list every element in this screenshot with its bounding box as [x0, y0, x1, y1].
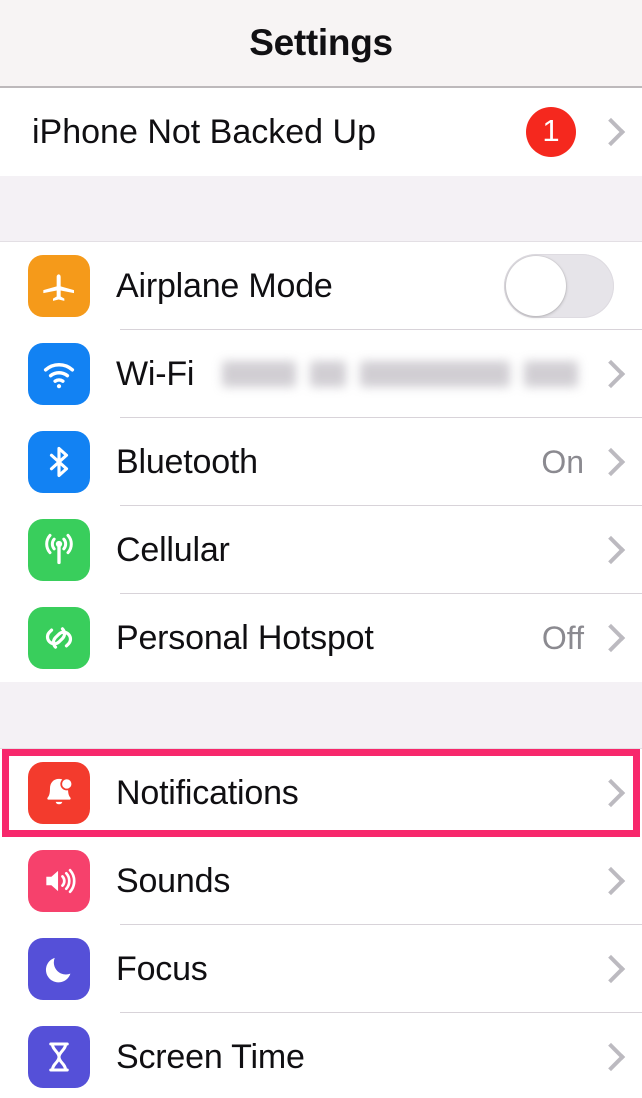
sidebar-item-wifi[interactable]: Wi-Fi: [0, 330, 642, 418]
hourglass-icon: [28, 1026, 90, 1088]
sounds-label: Sounds: [116, 861, 231, 900]
sidebar-item-notifications[interactable]: Notifications: [0, 749, 642, 837]
cellular-antenna-icon: [28, 519, 90, 581]
cellular-label: Cellular: [116, 530, 230, 569]
page-title: Settings: [249, 22, 393, 63]
moon-icon: [28, 938, 90, 1000]
sidebar-item-sounds[interactable]: Sounds: [0, 837, 642, 925]
screen-time-label: Screen Time: [116, 1037, 305, 1076]
status-badge: 1: [526, 107, 576, 157]
redaction-block: [360, 361, 510, 387]
bell-icon: [28, 762, 90, 824]
iphone-not-backed-up-label: iPhone Not Backed Up: [32, 112, 376, 151]
sidebar-item-iphone-not-backed-up[interactable]: iPhone Not Backed Up 1: [0, 88, 642, 176]
sidebar-item-cellular[interactable]: Cellular: [0, 506, 642, 594]
personal-hotspot-value: Off: [541, 619, 584, 656]
redaction-block: [222, 361, 296, 387]
airplane-mode-toggle[interactable]: [504, 254, 614, 318]
connectivity-group: Airplane Mode Wi-Fi Bluetooth On Cellula…: [0, 242, 642, 682]
wifi-network-value-redacted: [222, 361, 578, 387]
chevron-right-icon: [600, 1040, 620, 1074]
chevron-right-icon: [600, 621, 620, 655]
wifi-label: Wi-Fi: [116, 354, 195, 393]
sidebar-item-focus[interactable]: Focus: [0, 925, 642, 1013]
sidebar-item-personal-hotspot[interactable]: Personal Hotspot Off: [0, 594, 642, 682]
bluetooth-icon: [28, 431, 90, 493]
bluetooth-value: On: [541, 443, 584, 480]
backup-group: iPhone Not Backed Up 1: [0, 88, 642, 176]
group-separator-gap: [0, 682, 642, 749]
personal-hotspot-label: Personal Hotspot: [116, 618, 374, 657]
chevron-right-icon: [600, 776, 620, 810]
wifi-icon: [28, 343, 90, 405]
airplane-icon: [28, 255, 90, 317]
bluetooth-label: Bluetooth: [116, 442, 258, 481]
sidebar-item-bluetooth[interactable]: Bluetooth On: [0, 418, 642, 506]
chevron-right-icon: [600, 115, 620, 149]
chevron-right-icon: [600, 533, 620, 567]
navigation-bar: Settings: [0, 0, 642, 88]
speaker-waves-icon: [28, 850, 90, 912]
system-group: Notifications Sounds Focus Screen Time: [0, 749, 642, 1098]
redaction-block: [310, 361, 346, 387]
hotspot-link-icon: [28, 607, 90, 669]
chevron-right-icon: [600, 357, 620, 391]
notifications-row-wrapper: Notifications: [0, 749, 642, 837]
redaction-block: [524, 361, 578, 387]
notifications-label: Notifications: [116, 773, 299, 812]
sidebar-item-airplane-mode[interactable]: Airplane Mode: [0, 242, 642, 330]
chevron-right-icon: [600, 445, 620, 479]
chevron-right-icon: [600, 864, 620, 898]
sidebar-item-screen-time[interactable]: Screen Time: [0, 1013, 642, 1098]
settings-screen: Settings iPhone Not Backed Up 1 Airplane…: [0, 0, 642, 1098]
focus-label: Focus: [116, 949, 208, 988]
group-separator-gap: [0, 176, 642, 242]
airplane-mode-label: Airplane Mode: [116, 266, 333, 305]
chevron-right-icon: [600, 952, 620, 986]
toggle-knob: [506, 256, 566, 316]
